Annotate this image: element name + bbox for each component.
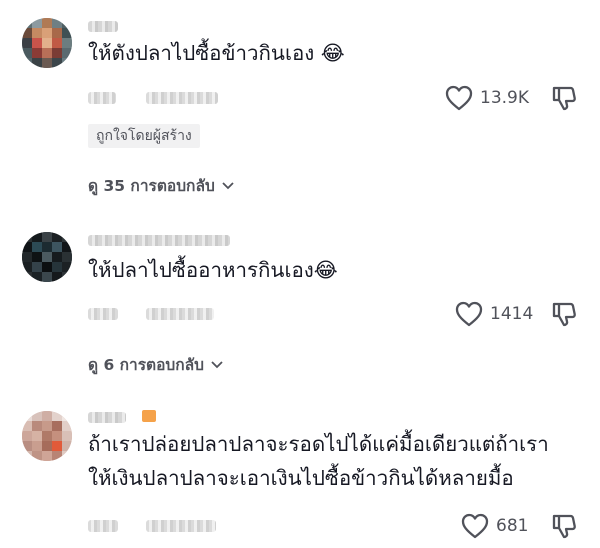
reply-button[interactable]: [146, 308, 214, 320]
username[interactable]: [88, 412, 126, 423]
avatar[interactable]: [22, 18, 72, 68]
comment-text-line: ถ้าเราปล่อยปลาปลาจะรอดไปได้แค่มื้อเดียวแ…: [88, 432, 549, 456]
dislike-button[interactable]: [550, 84, 578, 112]
thumbs-down-icon: [550, 84, 578, 112]
dislike-button[interactable]: [550, 512, 578, 540]
comment-item: ถ้าเราปล่อยปลาปลาจะรอดไปได้แค่มื้อเดียวแ…: [0, 385, 600, 548]
comment-meta: [88, 308, 118, 320]
comment-item: ให้ตังปลาไปซื้อข้าวกินเอง 😂 13.9K ถูกใจโ…: [0, 0, 600, 205]
view-replies-button[interactable]: ดู 35 การตอบกลับ: [88, 173, 235, 198]
like-count: 13.9K: [480, 88, 529, 108]
reply-button[interactable]: [146, 92, 218, 104]
view-replies-label: ดู 6 การตอบกลับ: [88, 356, 204, 374]
username-badge: [142, 410, 156, 422]
comment-text-line: ให้ตังปลาไปซื้อข้าวกินเอง 😂: [88, 41, 345, 65]
like-count: 1414: [490, 304, 534, 324]
heart-icon: [444, 84, 474, 112]
username[interactable]: [88, 235, 230, 246]
like-button[interactable]: 13.9K: [444, 84, 529, 112]
thumbs-down-icon: [550, 300, 578, 328]
comment-meta: [88, 520, 118, 532]
heart-icon: [460, 512, 490, 540]
view-replies-button[interactable]: ดู 6 การตอบกลับ: [88, 352, 224, 377]
liked-by-creator-badge: ถูกใจโดยผู้สร้าง: [88, 124, 200, 148]
comment-text: ให้ตังปลาไปซื้อข้าวกินเอง 😂: [88, 38, 345, 68]
like-count: 681: [496, 516, 529, 536]
comment-text-line: ให้ปลาไปซื้ออาหารกินเอง😂: [88, 258, 338, 282]
like-button[interactable]: 1414: [454, 300, 533, 328]
reply-button[interactable]: [146, 520, 216, 532]
heart-icon: [454, 300, 484, 328]
view-replies-label: ดู 35 การตอบกลับ: [88, 177, 215, 195]
comment-item: ให้ปลาไปซื้ออาหารกินเอง😂 1414 ดู 6 การตอ…: [0, 205, 600, 385]
chevron-down-icon: [210, 360, 224, 370]
avatar[interactable]: [22, 232, 72, 282]
dislike-button[interactable]: [550, 300, 578, 328]
avatar[interactable]: [22, 411, 72, 461]
comment-text: ให้ปลาไปซื้ออาหารกินเอง😂: [88, 255, 338, 285]
thumbs-down-icon: [550, 512, 578, 540]
like-button[interactable]: 681: [460, 512, 528, 540]
chevron-down-icon: [221, 181, 235, 191]
comment-meta: [88, 92, 116, 104]
comment-text-line: ให้เงินปลาปลาจะเอาเงินไปซื้อข้าวกินได้หล…: [88, 466, 514, 490]
comment-text: ถ้าเราปล่อยปลาปลาจะรอดไปได้แค่มื้อเดียวแ…: [88, 429, 549, 493]
username[interactable]: [88, 21, 118, 32]
